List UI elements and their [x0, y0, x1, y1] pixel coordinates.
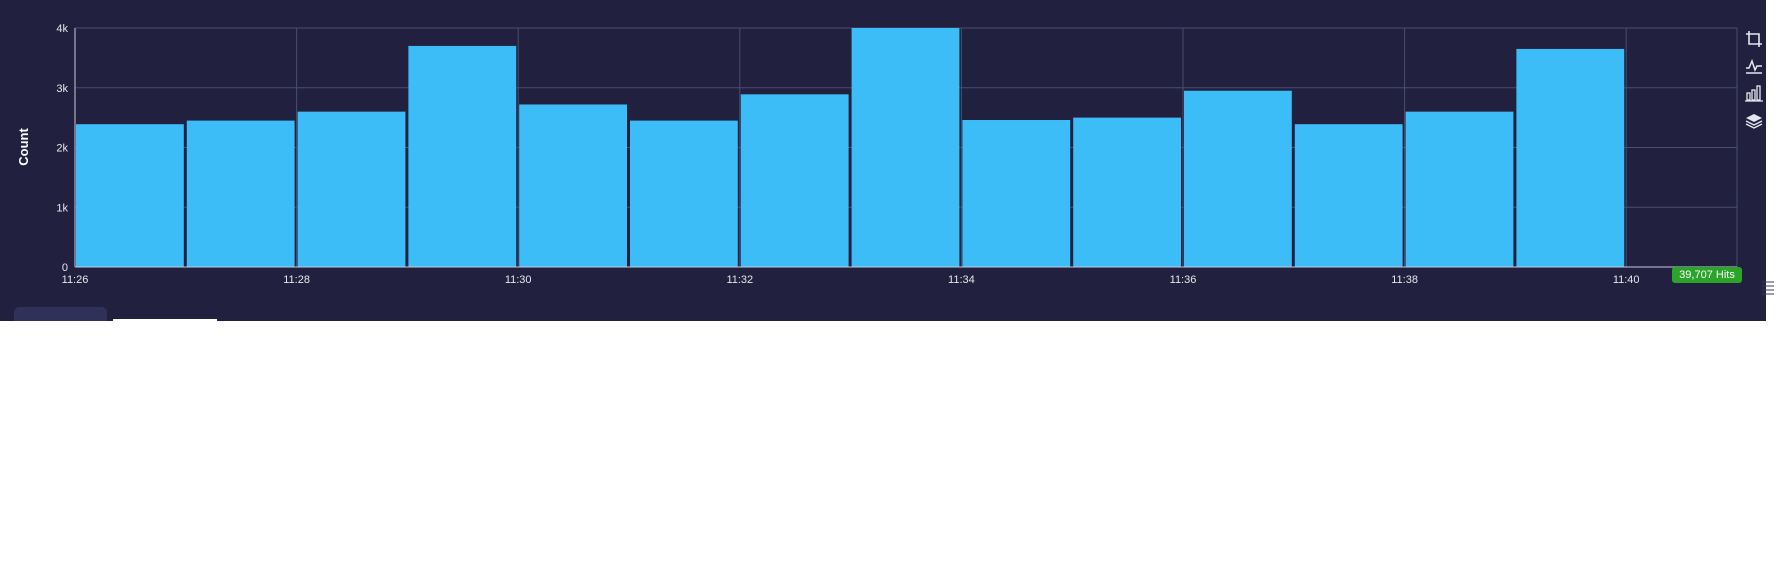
histogram-bar[interactable]: [1516, 48, 1625, 267]
crop-icon[interactable]: [1744, 29, 1764, 49]
hits-count-badge: 39,707 Hits: [1672, 267, 1742, 283]
bottom-tab[interactable]: [14, 307, 107, 321]
histogram-bar[interactable]: [76, 124, 184, 267]
line-chart-icon[interactable]: [1744, 56, 1764, 76]
y-axis-title: Count: [16, 128, 31, 166]
x-tick-label: 11:36: [1170, 274, 1197, 286]
histogram-bar[interactable]: [408, 45, 517, 267]
histogram-panel: 0 1k 2k 3k 4k 11:26 11:28 11:30 11:32 11:34 11:36 1…: [0, 0, 1774, 321]
x-tick-label: 11:30: [505, 274, 532, 286]
bar-chart-icon[interactable]: [1744, 83, 1764, 103]
y-tick-label: 2k: [56, 143, 68, 155]
x-tick-label: 11:40: [1613, 274, 1640, 286]
histogram-bar[interactable]: [962, 120, 1071, 267]
histogram-bar[interactable]: [297, 111, 406, 268]
y-tick-label: 3k: [56, 83, 68, 95]
histogram-bar[interactable]: [630, 120, 738, 267]
x-tick-label: 11:34: [948, 274, 975, 286]
layers-icon[interactable]: [1744, 111, 1764, 131]
histogram-bar[interactable]: [519, 104, 627, 267]
histogram-bar[interactable]: [1294, 124, 1403, 267]
x-tick-label: 11:32: [726, 274, 753, 286]
bottom-strip: [113, 319, 217, 321]
x-tick-label: 11:28: [283, 274, 310, 286]
x-tick-label: 11:26: [62, 274, 89, 286]
y-tick-label: 0: [62, 262, 68, 274]
x-tick-label: 11:38: [1391, 274, 1418, 286]
histogram-bar[interactable]: [851, 28, 960, 267]
histogram-chart: 0 1k 2k 3k 4k 11:26 11:28 11:30 11:32 11:34 11:36 1…: [16, 23, 1738, 286]
histogram-bar[interactable]: [1405, 111, 1514, 268]
resize-handle-icon[interactable]: [1761, 278, 1775, 298]
y-tick-label: 1k: [56, 202, 68, 214]
histogram-bar[interactable]: [1184, 90, 1292, 267]
y-tick-label: 4k: [56, 23, 68, 35]
histogram-bar[interactable]: [1073, 117, 1181, 267]
histogram-bar[interactable]: [186, 120, 295, 267]
histogram-bar[interactable]: [740, 94, 849, 267]
